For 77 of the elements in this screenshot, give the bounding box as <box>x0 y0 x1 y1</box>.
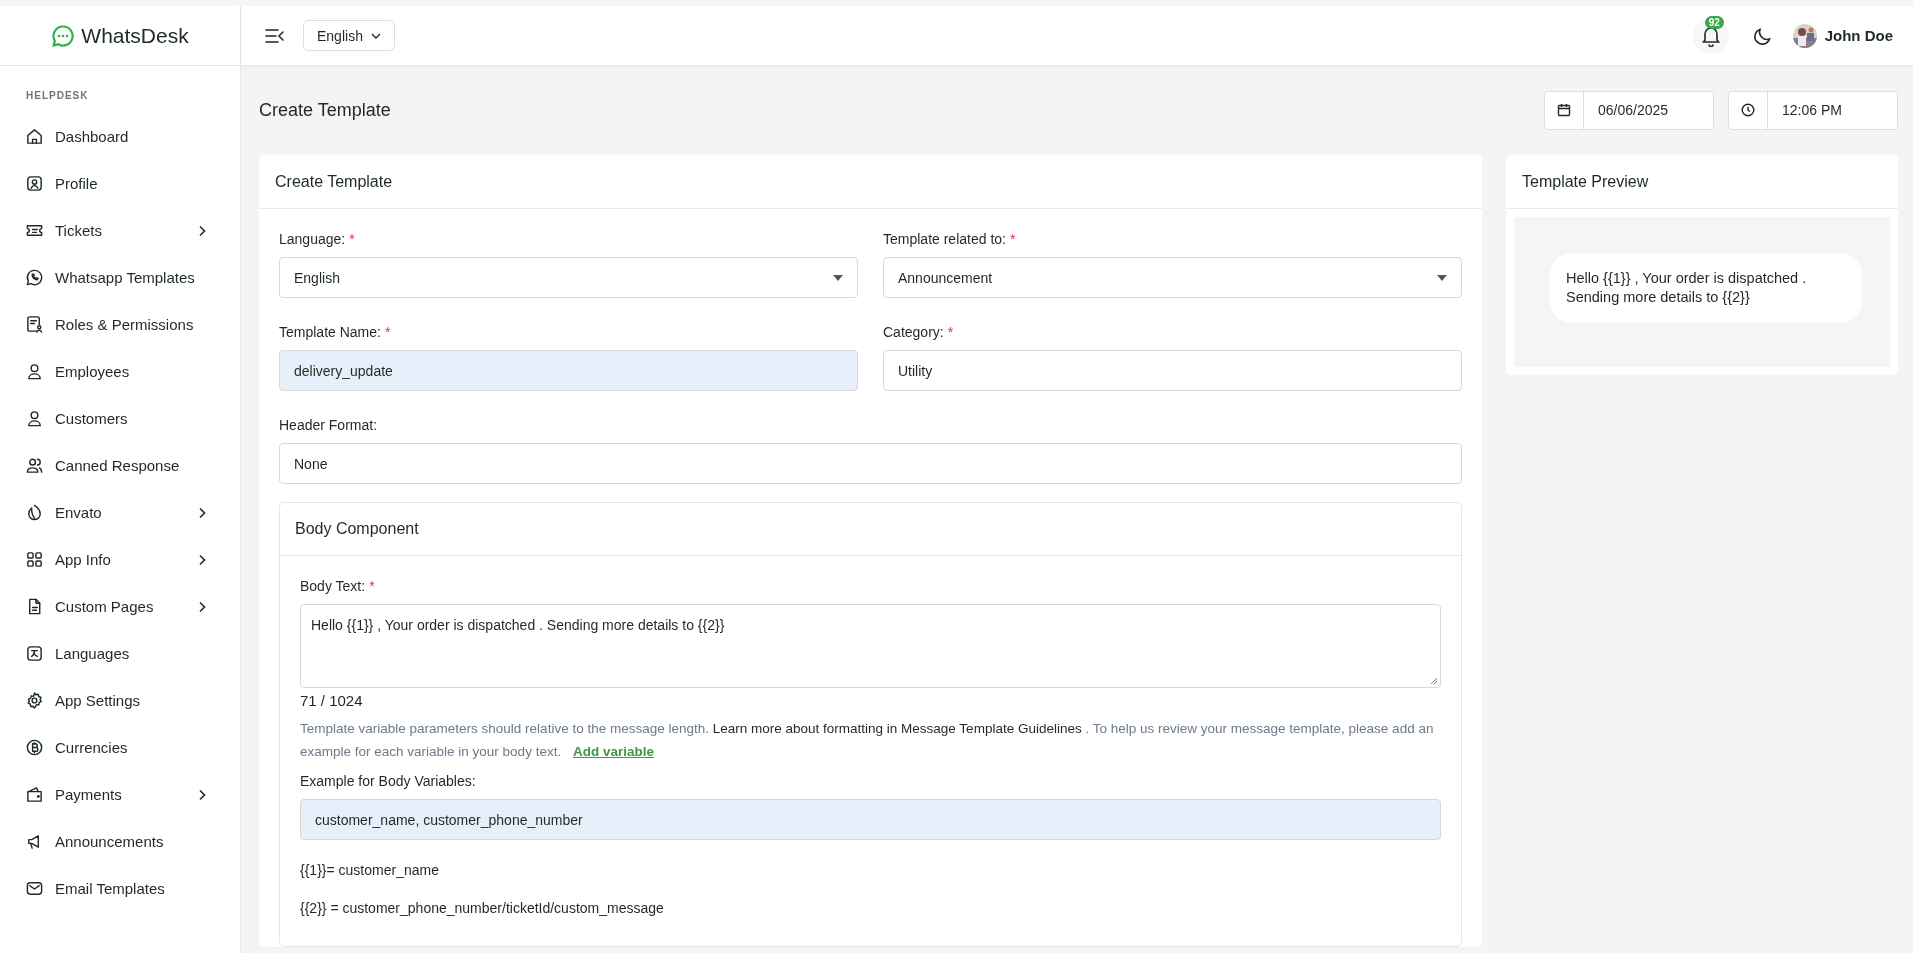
message-text: Sending more details to {{2}} <box>1566 288 1751 307</box>
field-label: Category: <box>883 324 944 340</box>
field-label: Example for Body Variables: <box>300 773 476 789</box>
sidebar-item[interactable]: Customers <box>0 395 240 442</box>
message-text: Hello {{1}} , Your order is dispatched . <box>1566 269 1808 288</box>
field-label: Template related to: <box>883 231 1006 247</box>
leaf-icon <box>25 503 44 522</box>
select-field[interactable]: English <box>279 257 858 298</box>
body-text-field[interactable]: Hello {{1}} , Your order is dispatched . Sending more details to {{2}} <box>300 604 1441 688</box>
sidebar-item[interactable]: Languages <box>0 630 240 677</box>
required-mark: * <box>947 324 954 340</box>
sidebar-item[interactable]: Whatsapp Templates <box>0 254 240 301</box>
required-mark: * <box>1009 231 1016 247</box>
caret-icon <box>370 32 381 39</box>
input-field[interactable]: None <box>279 443 1462 484</box>
field-label: Template Name: <box>279 324 381 340</box>
language-dropdown[interactable]: English <box>303 20 395 51</box>
home-icon <box>25 127 44 146</box>
sidebar-item[interactable]: Payments <box>0 771 240 818</box>
variable-mapping: {{1}}= customer_name <box>300 862 440 878</box>
notification-count-badge: 92 <box>1704 15 1724 29</box>
user-name[interactable]: John Doe <box>1824 27 1893 44</box>
required-mark: * <box>369 578 375 594</box>
field-label: Language: <box>279 231 346 247</box>
calendar-icon <box>1557 103 1571 117</box>
coin-icon <box>25 738 44 757</box>
sidebar-item[interactable]: Profile <box>0 160 240 207</box>
clock-icon <box>1741 103 1755 117</box>
card-title: Create Template <box>275 172 393 191</box>
input-field[interactable]: Utility <box>883 350 1462 391</box>
dropdown-caret-icon <box>1437 274 1447 281</box>
moon-icon[interactable] <box>1752 25 1773 46</box>
profile-icon <box>25 174 44 193</box>
card-title: Body Component <box>295 520 419 538</box>
sidebar-item[interactable]: Employees <box>0 348 240 395</box>
add-variable-link[interactable]: Add variable <box>572 744 654 759</box>
user-icon <box>25 409 44 428</box>
mail-icon <box>25 879 44 898</box>
guidelines-link[interactable]: Learn more about formatting in Message Template Guidelines <box>712 721 1082 736</box>
field-label: Header Format: <box>279 417 378 433</box>
help-text: Template variable parameters should relative to the message length. Learn more about formatting in Message Template Guidelines . To help us review your message template, please add an example for each variable in your body text. Add variable <box>300 720 1435 761</box>
select-field[interactable]: Announcement <box>883 257 1462 298</box>
sidebar-item[interactable]: Tickets <box>0 207 240 254</box>
users-icon <box>25 456 44 475</box>
variable-mapping: {{2}} = customer_phone_number/ticketId/custom_message <box>300 900 665 916</box>
chat-bubble-icon <box>51 23 76 48</box>
input-field[interactable]: delivery_update <box>279 350 858 391</box>
date-field[interactable]: 06/06/2025 <box>1544 90 1714 130</box>
card-title: Template Preview <box>1522 172 1649 191</box>
grid-icon <box>25 550 44 569</box>
required-mark: * <box>349 231 355 247</box>
required-mark: * <box>384 324 391 340</box>
gear-icon <box>25 691 44 710</box>
sidebar-item[interactable]: Dashboard <box>0 113 240 160</box>
language-icon <box>25 644 44 663</box>
input-field[interactable]: customer_name, customer_phone_number <box>300 799 1441 840</box>
sidebar-item[interactable]: Roles & Permissions <box>0 301 240 348</box>
sidebar-item[interactable]: Envato <box>0 489 240 536</box>
sidebar-item[interactable]: Announcements <box>0 818 240 865</box>
roles-icon <box>25 315 44 334</box>
character-count: 71 / 1024 <box>300 692 364 709</box>
field-label: Body Text: <box>300 578 366 594</box>
sidebar-item[interactable]: Email Templates <box>0 865 240 912</box>
sidebar-item[interactable]: App Info <box>0 536 240 583</box>
section-heading: HELPDESK <box>25 89 90 103</box>
brand-name: WhatsDesk <box>81 23 189 48</box>
wallet-icon <box>25 785 44 804</box>
time-field[interactable]: 12:06 PM <box>1728 90 1898 130</box>
sidebar-item[interactable]: App Settings <box>0 677 240 724</box>
user-icon <box>25 362 44 381</box>
dropdown-caret-icon <box>833 274 843 281</box>
sidebar-item[interactable]: Currencies <box>0 724 240 771</box>
sidebar-item[interactable]: Canned Response <box>0 442 240 489</box>
sidebar-item[interactable]: Custom Pages <box>0 583 240 630</box>
resize-handle-icon[interactable] <box>1430 677 1438 685</box>
page-title: Create Template <box>259 99 392 121</box>
whatsapp-icon <box>25 268 44 287</box>
